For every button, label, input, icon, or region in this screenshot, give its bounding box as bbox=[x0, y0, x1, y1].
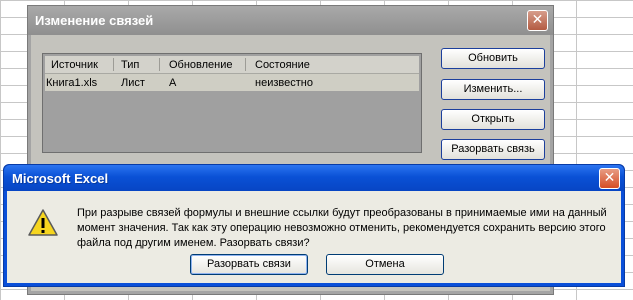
column-separator[interactable] bbox=[159, 58, 160, 71]
column-separator[interactable] bbox=[113, 58, 114, 71]
message-box-close-icon[interactable]: ✕ bbox=[599, 168, 620, 189]
links-list-header: Источник Тип Обновление Состояние bbox=[45, 56, 419, 74]
column-type[interactable]: Тип bbox=[121, 59, 139, 71]
links-list[interactable]: Источник Тип Обновление Состояние Книга1… bbox=[42, 53, 422, 153]
message-box-body: При разрыве связей формулы и внешние ссы… bbox=[7, 191, 621, 283]
edit-links-close-icon[interactable]: ✕ bbox=[527, 10, 548, 31]
open-source-button[interactable]: Открыть bbox=[441, 109, 545, 130]
link-type: Лист bbox=[121, 77, 145, 89]
message-box-title: Microsoft Excel bbox=[12, 171, 109, 186]
edit-links-titlebar: Изменение связей ✕ bbox=[28, 6, 553, 35]
link-row[interactable]: Книга1.xls Лист А неизвестно bbox=[45, 74, 419, 91]
change-source-button[interactable]: Изменить... bbox=[441, 79, 545, 100]
link-update: А bbox=[169, 77, 177, 89]
column-update[interactable]: Обновление bbox=[169, 59, 233, 71]
edit-links-title: Изменение связей bbox=[35, 13, 154, 28]
column-source[interactable]: Источник bbox=[51, 59, 98, 71]
break-link-button[interactable]: Разорвать связь bbox=[441, 139, 545, 160]
break-links-button[interactable]: Разорвать связи bbox=[190, 254, 308, 275]
message-text: При разрыве связей формулы и внешние ссы… bbox=[77, 207, 607, 249]
column-status[interactable]: Состояние bbox=[255, 59, 310, 71]
message-box-titlebar: Microsoft Excel ✕ bbox=[4, 165, 624, 191]
excel-message-box: Microsoft Excel ✕ При разрыве связей фор… bbox=[3, 164, 625, 287]
update-values-button[interactable]: Обновить bbox=[441, 48, 545, 69]
link-status: неизвестно bbox=[255, 77, 313, 89]
warning-icon bbox=[28, 209, 58, 236]
cancel-button[interactable]: Отмена bbox=[326, 254, 444, 275]
column-separator[interactable] bbox=[245, 58, 246, 71]
link-source: Книга1.xls bbox=[46, 77, 98, 89]
